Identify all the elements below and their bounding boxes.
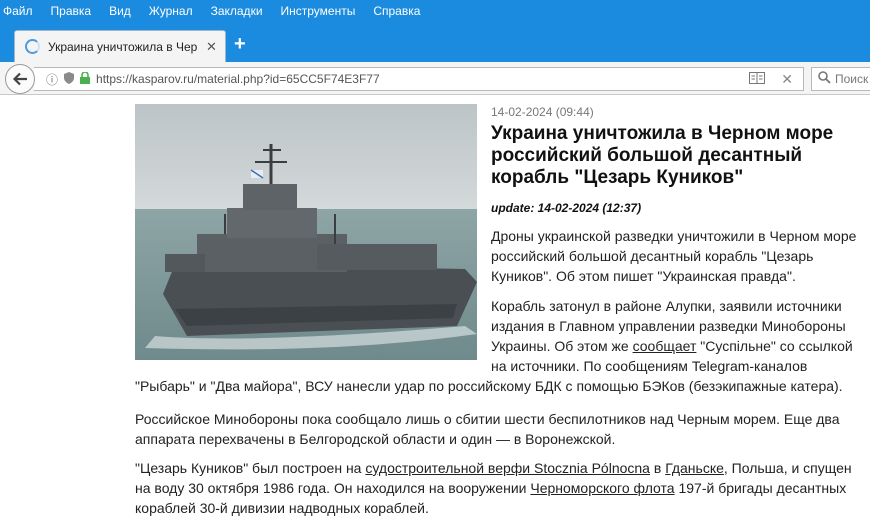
- link-soobshchaet[interactable]: сообщает: [633, 338, 697, 354]
- article-title: Украина уничтожила в Черном море российс…: [491, 123, 834, 188]
- link-black-sea-fleet[interactable]: Черноморского флота: [530, 480, 674, 496]
- lock-icon: [80, 70, 91, 87]
- tab-article[interactable]: Украина уничтожила в Черн ✕: [14, 30, 226, 62]
- menu-help[interactable]: Справка: [373, 4, 420, 18]
- link-gdansk[interactable]: Гданьске: [665, 460, 724, 476]
- reader-icon[interactable]: [749, 72, 765, 87]
- paragraph-text: в: [649, 460, 666, 476]
- tab-strip: Украина уничтожила в Черн ✕ +: [0, 22, 870, 62]
- search-input[interactable]: Поиск: [811, 67, 870, 91]
- menu-view[interactable]: Вид: [109, 4, 131, 18]
- menu-tools[interactable]: Инструменты: [281, 4, 356, 18]
- article-paragraph-2: Корабль затонул в районе Алупки, заявили…: [491, 296, 866, 376]
- article-paragraph-2-cont: "Рыбарь" и "Два майора", ВСУ нанесли уда…: [135, 378, 843, 394]
- article-update: update: 14-02-2024 (12:37): [491, 201, 642, 215]
- menu-bookmarks[interactable]: Закладки: [211, 4, 263, 18]
- close-icon[interactable]: ✕: [206, 39, 217, 55]
- article-paragraph-4: "Цезарь Куников" был построен на судостр…: [135, 458, 870, 518]
- tab-title: Украина уничтожила в Черн: [48, 39, 198, 54]
- menu-bar: Файл Правка Вид Журнал Закладки Инструме…: [0, 0, 870, 22]
- favicon-icon: [25, 39, 40, 54]
- stop-icon[interactable]: ✕: [781, 71, 793, 88]
- plus-icon[interactable]: +: [234, 34, 246, 54]
- article-paragraph-1: Дроны украинской разведки уничтожили в Ч…: [491, 228, 857, 284]
- shield-icon[interactable]: [64, 71, 75, 87]
- article-date: 14-02-2024 (09:44): [491, 105, 594, 119]
- search-icon: [818, 71, 831, 87]
- page-content: 14-02-2024 (09:44) Украина уничтожила в …: [0, 95, 870, 522]
- article-photo: [135, 104, 477, 360]
- info-icon[interactable]: ⓘ: [46, 71, 58, 88]
- link-shipyard[interactable]: судостроительной верфи Stocznia Pólnocna: [365, 460, 650, 476]
- menu-history[interactable]: Журнал: [149, 4, 193, 18]
- article-paragraph-3: Российское Минобороны пока сообщало лишь…: [135, 411, 840, 447]
- url-bar[interactable]: ⓘ https://kasparov.ru/material.php?id=65…: [34, 67, 804, 91]
- nav-bar: ⓘ https://kasparov.ru/material.php?id=65…: [0, 62, 870, 95]
- menu-edit[interactable]: Правка: [51, 4, 92, 18]
- search-placeholder: Поиск: [835, 72, 869, 86]
- url-text[interactable]: https://kasparov.ru/material.php?id=65CC…: [96, 72, 380, 86]
- menu-file[interactable]: Файл: [3, 4, 33, 18]
- back-arrow-icon[interactable]: [5, 64, 35, 94]
- paragraph-text: "Цезарь Куников" был построен на: [135, 460, 366, 476]
